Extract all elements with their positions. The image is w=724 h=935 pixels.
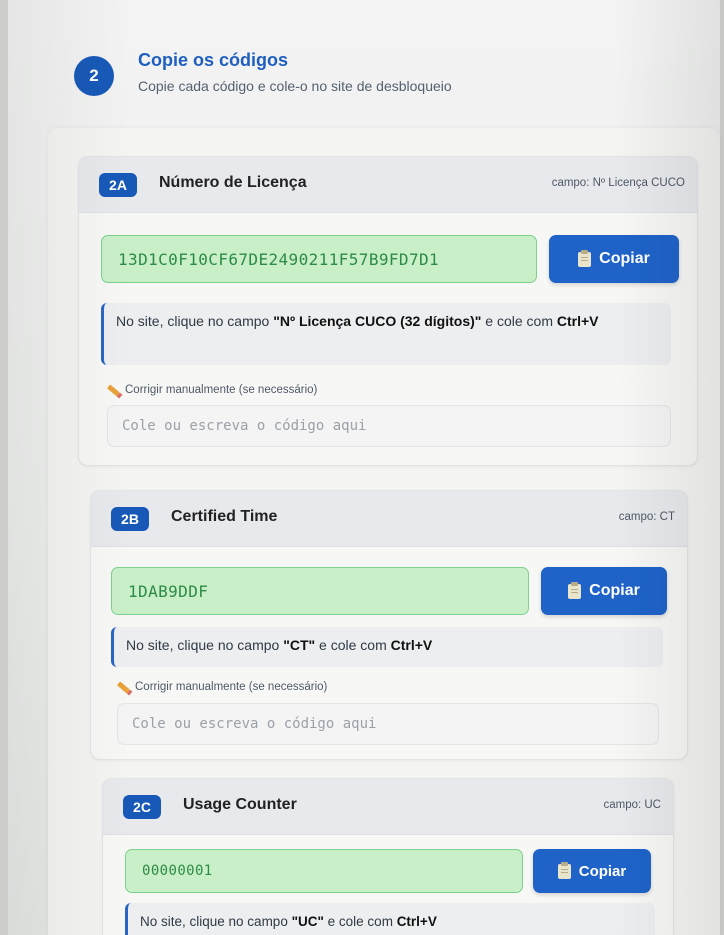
card-field-label: campo: Nº Licença CUCO	[551, 177, 685, 189]
step-number-badge: 2	[74, 56, 114, 96]
hint-keys: Ctrl+V	[556, 313, 599, 329]
card-header: 2C Usage Counter campo: UC	[103, 779, 673, 835]
hint-prefix: No site, clique no campo	[126, 637, 284, 653]
fix-label: Corrigir manualmente (se necessário)	[116, 680, 328, 694]
card-title: Certified Time	[171, 508, 278, 525]
hint-field-name: "UC"	[291, 914, 324, 929]
copy-button[interactable]: Copiar	[541, 567, 667, 615]
hint-field-name: "CT"	[283, 637, 316, 653]
instruction-hint: No site, clique no campo "CT" e cole com…	[111, 627, 663, 667]
card-header: 2A Número de Licença campo: Nº Licença C…	[79, 157, 697, 213]
step-header: 2 Copie os códigos Copie cada código e c…	[74, 48, 634, 110]
pencil-icon	[116, 680, 131, 694]
clipboard-icon	[557, 861, 571, 879]
fix-label-text: Corrigir manualmente (se necessário)	[125, 384, 318, 396]
pencil-icon	[106, 383, 121, 397]
card-header: 2B Certified Time campo: CT	[91, 491, 687, 547]
card-certified-time: 2B Certified Time campo: CT 1DAB9DDF Cop…	[90, 490, 688, 760]
hint-mid: e cole com	[315, 637, 391, 653]
code-display[interactable]: 13D1C0F10CF67DE2490211F57B9FD7D1	[101, 235, 537, 283]
hint-mid: e cole com	[481, 313, 557, 329]
hint-prefix: No site, clique no campo	[116, 313, 274, 329]
fix-label-text: Corrigir manualmente (se necessário)	[135, 681, 328, 693]
card-tag: 2C	[123, 795, 161, 819]
copy-button-label: Copiar	[599, 250, 650, 267]
card-license-number: 2A Número de Licença campo: Nº Licença C…	[78, 156, 698, 466]
manual-fix-input[interactable]: Cole ou escreva o código aqui	[107, 405, 671, 447]
manual-fix-input[interactable]: Cole ou escreva o código aqui	[117, 703, 659, 745]
card-usage-counter: 2C Usage Counter campo: UC 00000001 Copi…	[102, 778, 674, 935]
card-field-label: campo: UC	[603, 799, 661, 811]
step-subtitle: Copie cada código e cole-o no site de de…	[138, 78, 452, 94]
hint-keys: Ctrl+V	[390, 637, 433, 653]
card-title: Número de Licença	[159, 174, 307, 191]
instruction-hint: No site, clique no campo "UC" e cole com…	[125, 903, 655, 935]
instruction-hint: No site, clique no campo "Nº Licença CUC…	[101, 303, 671, 365]
clipboard-icon	[578, 249, 592, 267]
hint-prefix: No site, clique no campo	[140, 914, 292, 929]
hint-mid: e cole com	[323, 914, 397, 929]
hint-keys: Ctrl+V	[396, 914, 437, 929]
fix-label: Corrigir manualmente (se necessário)	[106, 383, 318, 397]
copy-button-label: Copiar	[589, 582, 640, 599]
card-tag: 2A	[99, 173, 137, 197]
copy-button-label: Copiar	[578, 862, 627, 880]
copy-button[interactable]: Copiar	[549, 235, 679, 283]
clipboard-icon	[568, 581, 582, 599]
hint-field-name: "Nº Licença CUCO (32 dígitos)"	[273, 313, 482, 329]
card-tag: 2B	[111, 507, 149, 531]
step-title: Copie os códigos	[138, 50, 289, 70]
copy-button[interactable]: Copiar	[533, 849, 651, 893]
code-display[interactable]: 00000001	[125, 849, 523, 893]
card-field-label: campo: CT	[618, 511, 675, 523]
card-title: Usage Counter	[183, 796, 297, 813]
code-display[interactable]: 1DAB9DDF	[111, 567, 529, 615]
